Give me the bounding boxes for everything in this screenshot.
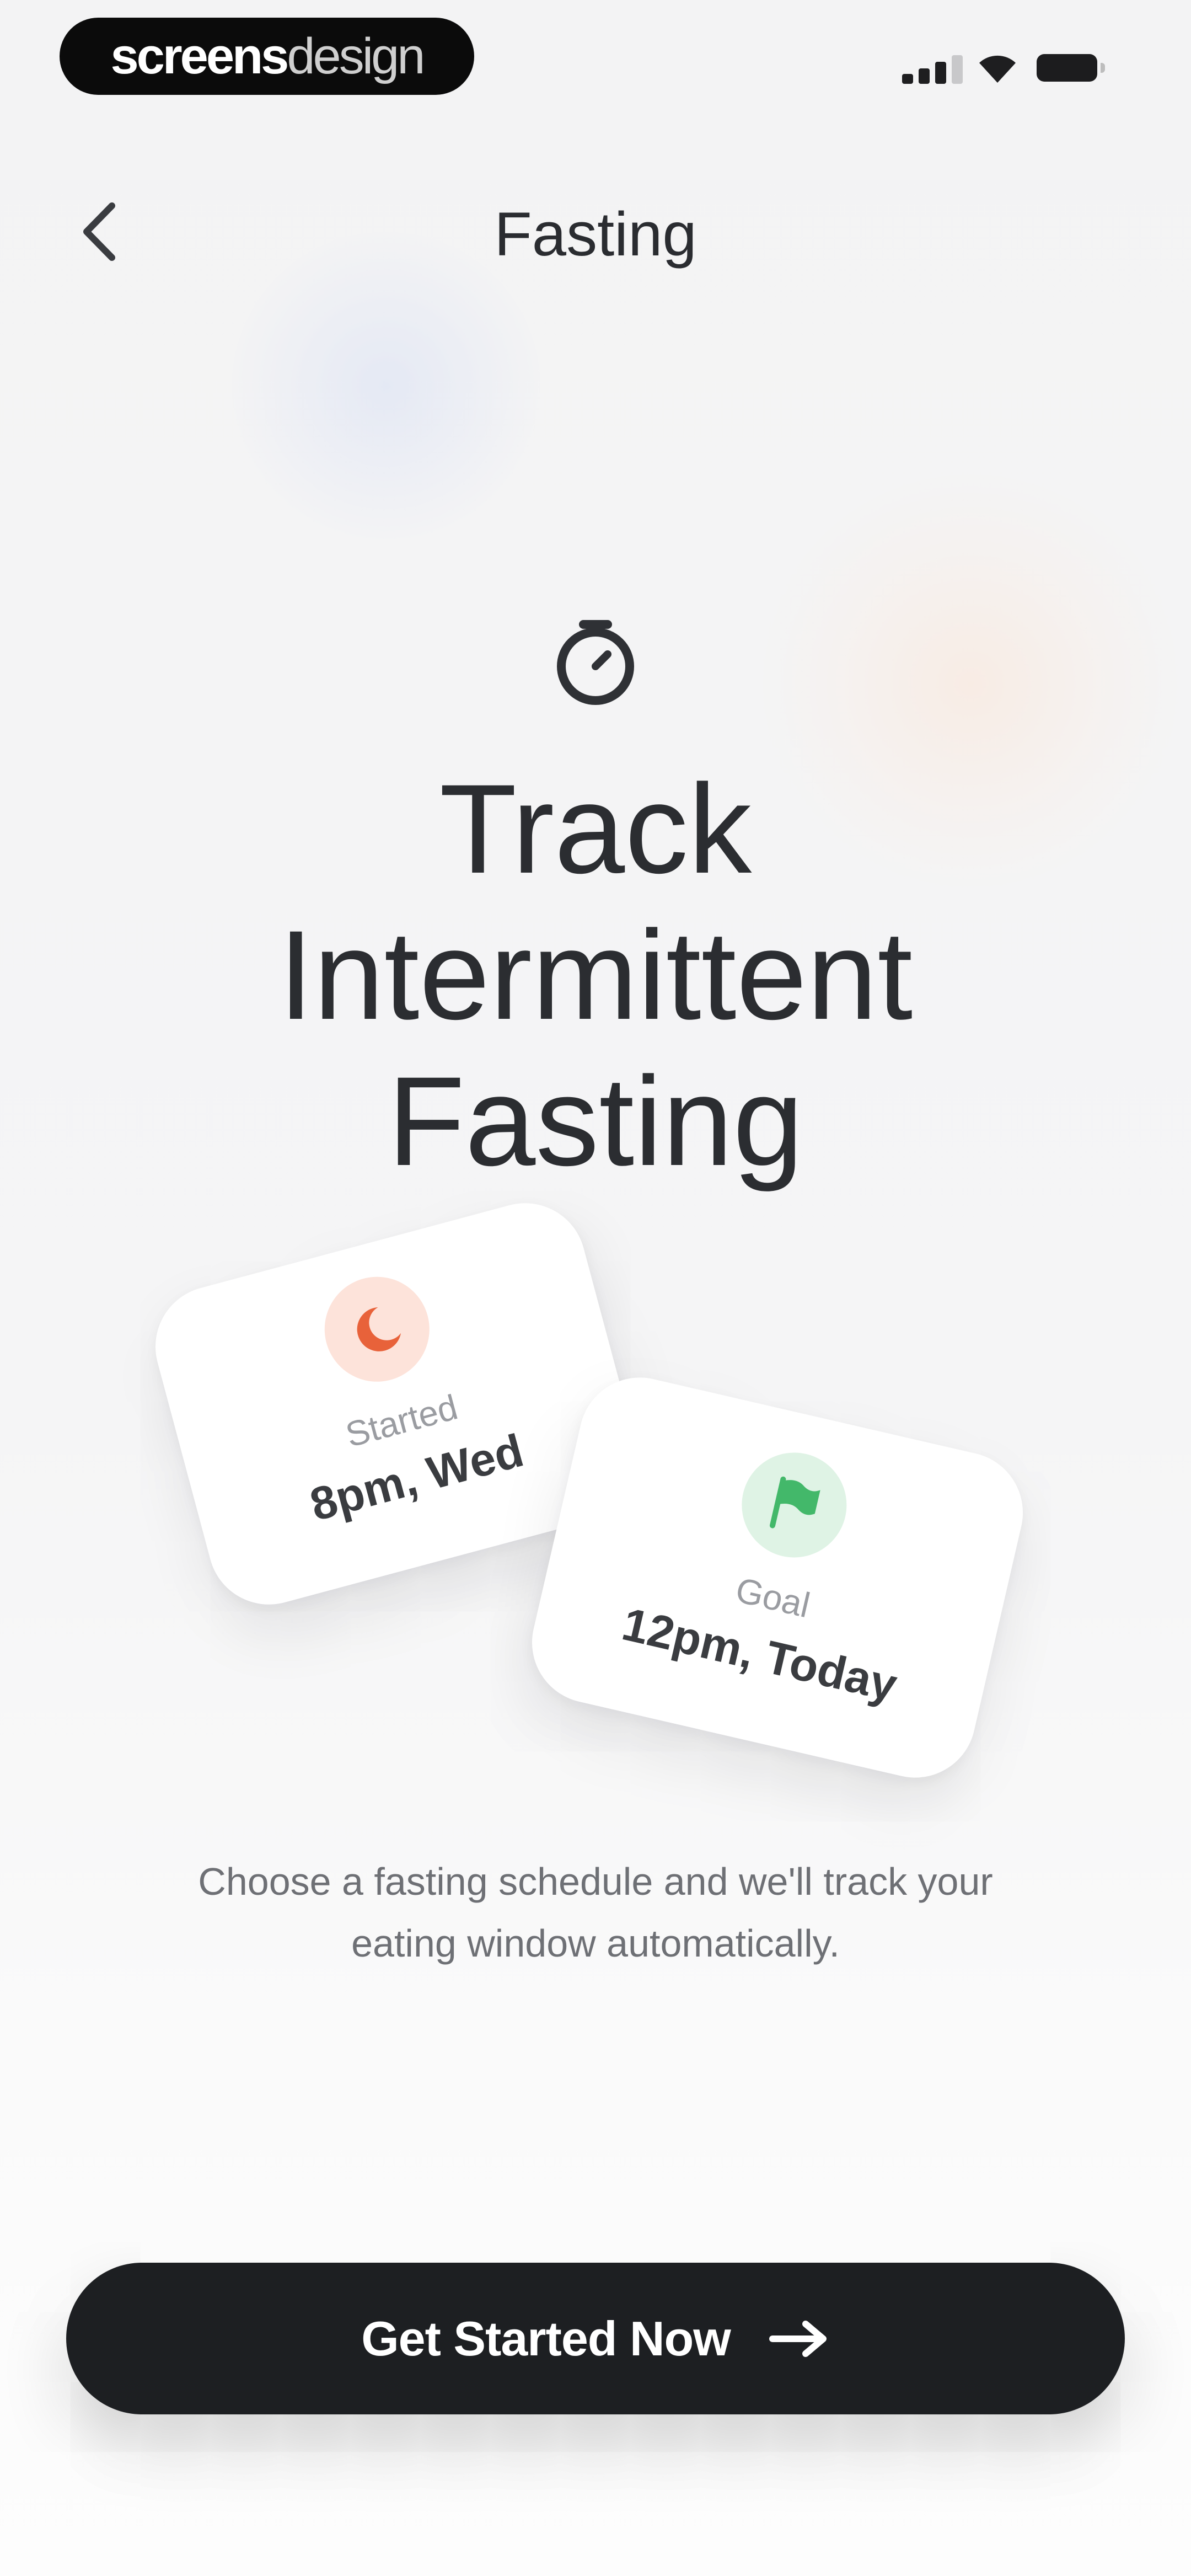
get-started-label: Get Started Now <box>361 2311 731 2366</box>
background-blob-blue <box>232 232 540 541</box>
hero-title: Track Intermittent Fasting <box>99 756 1092 1194</box>
moon-badge <box>313 1265 442 1394</box>
page-title: Fasting <box>494 200 697 269</box>
cellular-signal-icon <box>902 55 963 84</box>
description-line-2: eating window automatically. <box>351 1922 840 1965</box>
hero-title-line-1: Track <box>439 758 752 900</box>
fasting-onboarding-screen: screens design Fasting Track Intermittent… <box>0 0 1191 2576</box>
flag-icon <box>770 1476 820 1529</box>
timer-icon <box>557 620 634 705</box>
back-button[interactable] <box>66 193 132 270</box>
moon-icon <box>357 1307 401 1351</box>
description-text: Choose a fasting schedule and we'll trac… <box>121 1851 1070 1974</box>
arrow-right-icon <box>769 2320 830 2358</box>
brand-light-text: design <box>287 28 425 84</box>
description-line-1: Choose a fasting schedule and we'll trac… <box>198 1860 993 1903</box>
chevron-left-icon <box>83 202 115 261</box>
brand-bold-text: screens <box>110 28 289 84</box>
battery-icon <box>1037 54 1105 82</box>
fast-goal-card: Goal 12pm, Today <box>520 1365 1035 1790</box>
flag-badge <box>731 1442 857 1568</box>
hero-title-line-3: Fasting <box>387 1050 804 1192</box>
wifi-icon <box>979 55 1016 83</box>
brand-watermark: screens design <box>60 18 474 95</box>
get-started-button[interactable]: Get Started Now <box>66 2263 1125 2414</box>
hero-title-line-2: Intermittent <box>278 904 913 1046</box>
